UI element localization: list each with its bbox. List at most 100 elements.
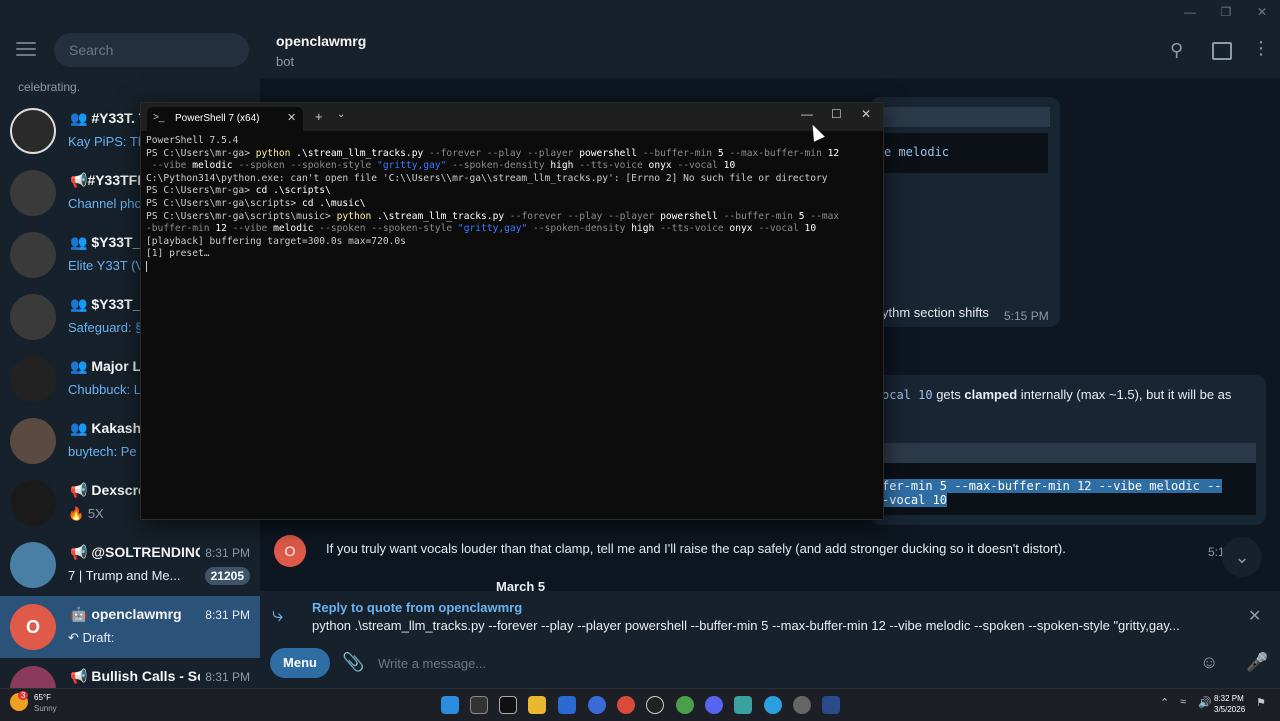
terminal-output[interactable]: PowerShell 7.5.4 PS C:\Users\mr-ga> pyth… — [146, 135, 876, 274]
scroll-down-button[interactable]: ⌄ — [1222, 537, 1262, 577]
channel-icon: 📢 — [70, 172, 88, 188]
notepad-icon[interactable] — [734, 696, 752, 714]
app-icon[interactable] — [822, 696, 840, 714]
preview-fragment: celebrating. — [18, 80, 81, 94]
store-icon[interactable] — [558, 696, 576, 714]
reply-icon: ⤷ — [272, 604, 284, 626]
inline-code: ocal 10 — [882, 388, 933, 402]
message-time: 5:15 PM — [1004, 309, 1049, 323]
group-icon: 👥 — [70, 358, 88, 374]
microphone-icon[interactable]: 🎤 — [1246, 652, 1268, 673]
discord-icon[interactable] — [705, 696, 723, 714]
channel-icon: 📢 — [70, 482, 88, 498]
sidebar-toggle-icon[interactable] — [1212, 42, 1232, 60]
message-input[interactable]: Write a message... — [378, 656, 486, 671]
chat-preview: 7 | Trump and Me... — [68, 568, 181, 583]
avatar — [10, 170, 56, 216]
avatar — [10, 294, 56, 340]
close-icon[interactable]: ✕ — [861, 107, 871, 121]
chat-title[interactable]: openclawmrg — [276, 33, 366, 49]
telegram-icon[interactable] — [764, 696, 782, 714]
telegram-titlebar: — ❐ ✕ — [0, 0, 1280, 24]
menu-icon[interactable] — [16, 42, 36, 58]
avatar — [10, 666, 56, 688]
chat-item[interactable]: 📢 @SOLTRENDING... 8:31 PM 7 | Trump and … — [0, 534, 260, 596]
chat-time: 8:31 PM — [205, 546, 250, 560]
wifi-icon[interactable]: ≈ — [1180, 696, 1186, 708]
avatar: O — [10, 604, 56, 650]
chrome-icon[interactable] — [676, 696, 694, 714]
message-text: ythm section shifts — [882, 305, 989, 320]
terminal-line: PowerShell 7.5.4 — [146, 135, 239, 146]
group-icon: 👥 — [70, 420, 88, 436]
message-text: gets — [936, 387, 961, 402]
more-icon[interactable]: ⋮ — [1252, 38, 1270, 59]
group-icon: 👥 — [70, 296, 88, 312]
chevron-down-icon[interactable]: ⌄ — [337, 109, 345, 120]
clock-date[interactable]: 3/5/2026 — [1214, 705, 1245, 714]
message-bubble: e melodic ythm section shifts — [870, 97, 1060, 327]
cursor — [146, 260, 153, 272]
settings-icon[interactable] — [793, 696, 811, 714]
minimize-icon[interactable]: — — [801, 107, 813, 121]
powershell-window[interactable]: >_ PowerShell 7 (x64) ✕ + ⌄ — ☐ ✕ PowerS… — [140, 102, 884, 520]
maximize-icon[interactable]: ❐ — [1218, 4, 1234, 20]
zoom-icon[interactable] — [588, 696, 606, 714]
composer: Menu 📎 Write a message... ☺ 🎤 — [260, 638, 1280, 688]
attach-icon[interactable]: 📎 — [342, 652, 364, 673]
message-text: If you truly want vocals louder than tha… — [326, 541, 1066, 556]
chat-item-active[interactable]: O 🤖 openclawmrg 8:31 PM ↶ Draft: — [0, 596, 260, 658]
code-block: e melodic — [870, 133, 1048, 173]
task-view-icon[interactable] — [470, 696, 488, 714]
chrome-icon[interactable] — [617, 696, 635, 714]
weather-temp: 65°F — [34, 693, 51, 702]
avatar — [10, 356, 56, 402]
terminal-titlebar: >_ PowerShell 7 (x64) ✕ + ⌄ — ☐ ✕ — [141, 103, 883, 131]
file-explorer-icon[interactable] — [528, 696, 546, 714]
terminal-icon[interactable] — [499, 696, 517, 714]
app-icon[interactable] — [646, 696, 664, 714]
terminal-tab[interactable]: >_ PowerShell 7 (x64) ✕ — [147, 107, 303, 131]
group-icon: 👥 — [70, 110, 88, 126]
start-icon[interactable] — [441, 696, 459, 714]
tab-title: PowerShell 7 (x64) — [175, 113, 260, 124]
reply-text: python .\stream_llm_tracks.py --forever … — [312, 618, 1180, 633]
message-bubble: ocal 10 gets clamped internally (max ~1.… — [870, 375, 1266, 525]
code-header — [870, 107, 1050, 127]
reply-title: Reply to quote from openclawmrg — [312, 600, 523, 615]
search-icon[interactable]: ⚲ — [1170, 40, 1183, 61]
avatar — [10, 542, 56, 588]
emoji-icon[interactable]: ☺ — [1200, 652, 1218, 673]
bold-text: clamped — [964, 387, 1018, 402]
chat-name: openclawmrg — [91, 606, 182, 622]
volume-icon[interactable]: 🔊 — [1198, 696, 1212, 709]
date-divider: March 5 — [496, 579, 546, 594]
close-icon[interactable]: ✕ — [1254, 4, 1270, 20]
menu-button[interactable]: Menu — [270, 648, 330, 678]
message-text: internally (max ~1.5), but it will be as — [1020, 387, 1232, 402]
group-icon: 👥 — [70, 234, 88, 250]
search-input[interactable]: Search — [54, 33, 249, 67]
avatar — [10, 108, 56, 154]
close-icon[interactable]: ✕ — [1248, 606, 1261, 626]
bot-icon: 🤖 — [70, 606, 88, 622]
chat-preview: 5X — [87, 506, 104, 521]
close-tab-icon[interactable]: ✕ — [287, 111, 296, 124]
new-tab-button[interactable]: + — [315, 109, 323, 124]
code-block: fer-min 5 --max-buffer-min 12 --vibe mel… — [870, 463, 1256, 515]
reply-icon: ↶ — [68, 630, 79, 645]
code-header — [870, 443, 1256, 463]
taskbar: 3 65°F Sunny ⌃ ≈ 🔊 8:32 PM 3/5/2026 ⚑ — [0, 688, 1280, 721]
minimize-icon[interactable]: — — [1182, 4, 1198, 20]
unread-badge: 21205 — [204, 567, 250, 585]
chevron-up-icon[interactable]: ⌃ — [1160, 696, 1169, 709]
maximize-icon[interactable]: ☐ — [831, 107, 842, 121]
chat-time: 8:31 PM — [205, 670, 250, 684]
chat-item[interactable]: 📢 Bullish Calls - Sol... 8:31 PM — [0, 658, 260, 688]
avatar — [10, 480, 56, 526]
channel-icon: 📢 — [70, 668, 88, 684]
clock-time[interactable]: 8:32 PM — [1214, 694, 1244, 703]
terminal-line: [playback] buffering target=300.0s max=7… — [146, 235, 406, 247]
avatar — [10, 232, 56, 278]
notification-bell-icon[interactable]: ⚑ — [1256, 696, 1266, 709]
